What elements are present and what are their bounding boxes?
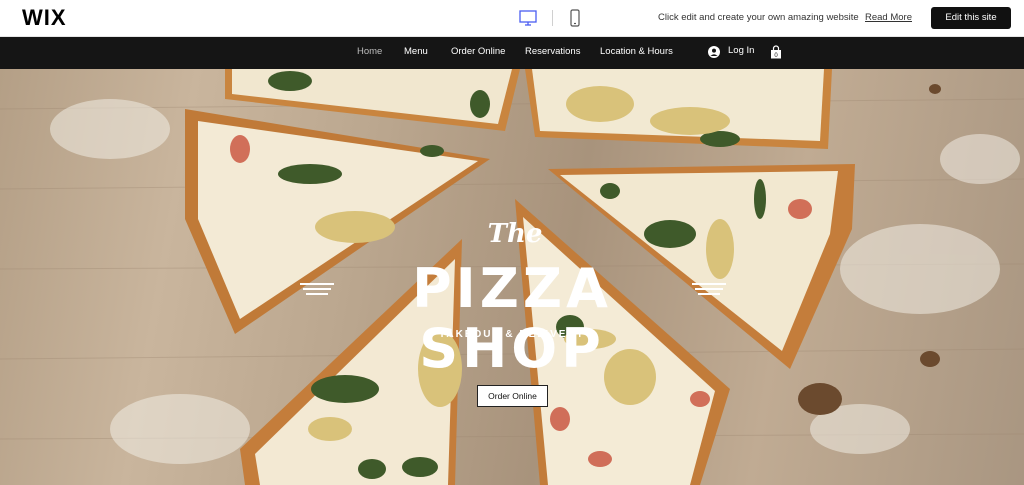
hero-subtitle: TAKEOUT & DELIVERY <box>438 329 585 340</box>
hero-section: The PIZZA SHOP TAKEOUT & DELIVERY Order … <box>0 69 1024 485</box>
login-button[interactable]: Log In <box>708 45 755 58</box>
device-switcher <box>518 8 585 28</box>
cart-icon[interactable]: 0 <box>770 45 782 59</box>
wix-logo[interactable]: WIX <box>22 6 67 30</box>
login-label: Log In <box>728 45 755 56</box>
order-online-button[interactable]: Order Online <box>477 385 548 407</box>
wix-top-bar: WIX Click edit and create your own amazi… <box>0 0 1024 37</box>
hero-title-main: PIZZA SHOP <box>412 257 612 380</box>
nav-item-home[interactable]: Home <box>357 46 382 58</box>
nav-item-location-hours[interactable]: Location & Hours <box>600 46 673 58</box>
device-divider <box>552 10 553 26</box>
title-decoration-right <box>692 281 726 297</box>
hero-title-the: The <box>487 219 543 249</box>
desktop-icon[interactable] <box>518 8 538 28</box>
site-navigation: Home Menu Order Online Reservations Loca… <box>0 37 1024 69</box>
nav-item-menu[interactable]: Menu <box>404 46 428 58</box>
mobile-icon[interactable] <box>565 8 585 28</box>
nav-item-order-online[interactable]: Order Online <box>451 46 505 58</box>
edit-site-button[interactable]: Edit this site <box>931 7 1011 29</box>
promo-text: Click edit and create your own amazing w… <box>658 12 859 23</box>
nav-item-reservations[interactable]: Reservations <box>525 46 580 58</box>
user-icon <box>708 45 720 58</box>
read-more-link[interactable]: Read More <box>865 12 912 24</box>
title-decoration-left <box>300 281 334 297</box>
